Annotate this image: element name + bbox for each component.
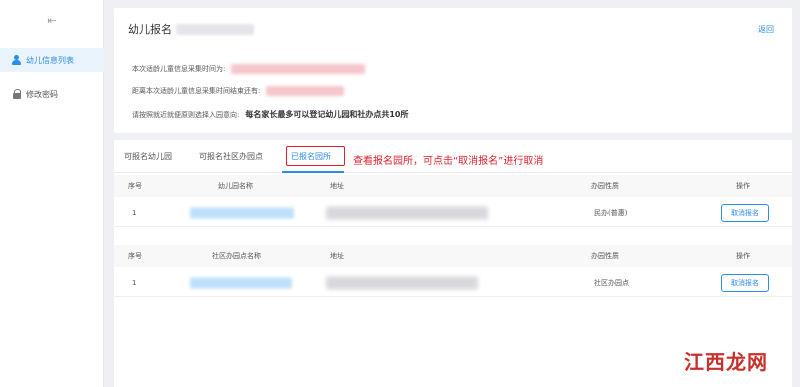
row-index: 1 bbox=[132, 278, 137, 287]
sidebar: ⇤ 幼儿信息列表 修改密码 bbox=[0, 0, 104, 387]
redacted-address bbox=[326, 276, 478, 289]
kindergarten-table-header: 序号 幼儿园名称 地址 办园性质 操作 bbox=[114, 175, 792, 197]
intent-label: 请按照就近就便原则选择入园意向: bbox=[132, 110, 240, 119]
redacted-child-name bbox=[176, 23, 254, 35]
collection-period-row: 本次适龄儿童信息采集时间为: bbox=[132, 64, 366, 74]
collection-period-label: 本次适龄儿童信息采集时间为: bbox=[132, 65, 226, 73]
table-row: 1 民办(普惠) 取消报名 bbox=[114, 199, 792, 227]
sidebar-item-label: 幼儿信息列表 bbox=[26, 55, 74, 65]
col-action: 操作 bbox=[736, 252, 750, 260]
intent-row: 请按照就近就便原则选择入园意向: 每名家长最多可以登记幼儿园和社办点共10所 bbox=[132, 109, 409, 120]
registered-schools-card: 可报名幼儿园 可报名社区办园点 已报名园所 查看报名园所，可点击“取消报名”进行… bbox=[114, 140, 792, 387]
redacted-kindergarten-name bbox=[190, 207, 294, 218]
row-index: 1 bbox=[132, 208, 137, 217]
annotation-text: 查看报名园所，可点击“取消报名”进行取消 bbox=[353, 156, 544, 167]
sidebar-item-label: 修改密码 bbox=[26, 89, 58, 99]
col-action: 操作 bbox=[736, 182, 750, 190]
page-title: 幼儿报名 bbox=[128, 21, 254, 37]
tab-available-community-points[interactable]: 可报名社区办园点 bbox=[199, 151, 263, 162]
limit-notice: 每名家长最多可以登记幼儿园和社办点共10所 bbox=[245, 110, 409, 119]
col-index: 序号 bbox=[128, 182, 142, 190]
col-community-point-name: 社区办园点名称 bbox=[212, 252, 261, 260]
redacted-community-point-name bbox=[190, 277, 292, 288]
cancel-registration-button[interactable]: 取消报名 bbox=[721, 203, 769, 222]
row-nature: 民办(普惠) bbox=[594, 208, 628, 217]
col-address: 地址 bbox=[330, 182, 344, 190]
col-kindergarten-name: 幼儿园名称 bbox=[218, 182, 253, 190]
sidebar-item-change-password[interactable]: 修改密码 bbox=[0, 82, 104, 106]
redacted-period bbox=[231, 64, 366, 74]
collapse-menu-icon[interactable]: ⇤ bbox=[46, 15, 58, 27]
redacted-address bbox=[326, 206, 488, 219]
col-nature: 办园性质 bbox=[591, 252, 619, 260]
time-remaining-label: 距离本次适龄儿童信息采集时间结束还有: bbox=[132, 87, 261, 95]
col-nature: 办园性质 bbox=[591, 182, 619, 190]
col-address: 地址 bbox=[330, 252, 344, 260]
lock-icon bbox=[12, 89, 22, 99]
col-index: 序号 bbox=[128, 252, 142, 260]
cancel-registration-button[interactable]: 取消报名 bbox=[721, 273, 769, 292]
watermark-logo: 江西龙网 bbox=[684, 350, 768, 374]
active-tab-indicator bbox=[282, 171, 344, 173]
redacted-remaining bbox=[266, 86, 345, 96]
community-table-header: 序号 社区办园点名称 地址 办园性质 操作 bbox=[114, 245, 792, 267]
time-remaining-row: 距离本次适龄儿童信息采集时间结束还有: bbox=[132, 86, 345, 96]
tab-bar: 可报名幼儿园 可报名社区办园点 已报名园所 查看报名园所，可点击“取消报名”进行… bbox=[114, 140, 792, 173]
tab-available-kindergartens[interactable]: 可报名幼儿园 bbox=[124, 151, 172, 162]
registration-info-card: 幼儿报名 返回 本次适龄儿童信息采集时间为: 距离本次适龄儿童信息采集时间结束还… bbox=[114, 8, 792, 133]
back-link[interactable]: 返回 bbox=[758, 24, 774, 35]
row-nature: 社区办园点 bbox=[594, 278, 629, 287]
users-icon bbox=[12, 55, 22, 65]
annotation-highlight-box bbox=[286, 146, 345, 166]
page-title-text: 幼儿报名 bbox=[128, 23, 172, 36]
sidebar-item-child-info-list[interactable]: 幼儿信息列表 bbox=[0, 48, 104, 72]
table-row: 1 社区办园点 取消报名 bbox=[114, 269, 792, 297]
